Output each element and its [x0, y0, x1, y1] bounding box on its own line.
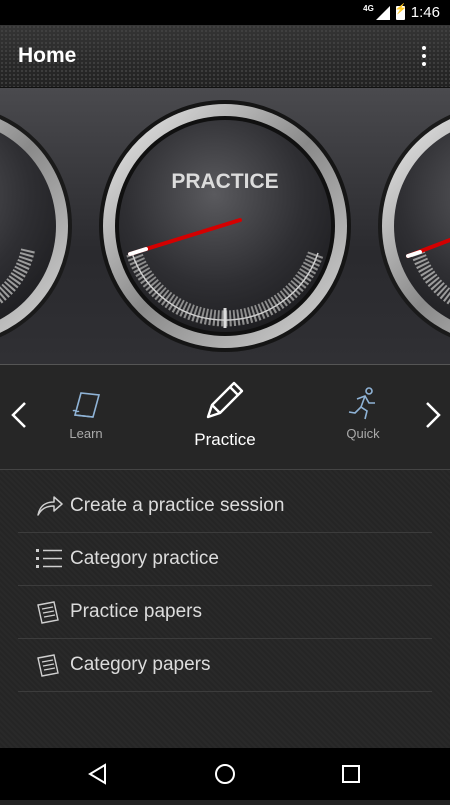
mode-learn-label: Learn	[69, 426, 103, 441]
action-bar: Home	[0, 25, 450, 88]
list-icon	[36, 549, 62, 568]
papers-icon	[37, 654, 59, 677]
running-person-icon	[348, 387, 375, 420]
gauge-right	[378, 114, 450, 338]
chevron-left-icon[interactable]	[5, 395, 35, 435]
signal-icon	[375, 5, 390, 20]
pencil-icon	[206, 381, 244, 419]
recents-icon[interactable]	[342, 765, 360, 783]
list-item-create-session[interactable]: Create a practice session	[18, 480, 432, 533]
status-bar: 4G 1:46	[0, 0, 450, 25]
mode-quick-label: Quick	[346, 426, 380, 441]
gauge-left	[0, 114, 72, 338]
network-type: 4G	[363, 4, 374, 13]
back-icon[interactable]	[88, 763, 106, 785]
mode-selector: Learn Practice Quick	[0, 365, 450, 470]
mode-quick[interactable]: Quick	[333, 385, 393, 441]
clock: 1:46	[410, 4, 440, 21]
papers-icon	[37, 601, 59, 624]
mode-practice[interactable]: Practice	[185, 375, 265, 450]
gauge-label: PRACTICE	[171, 170, 278, 193]
share-arrow-icon	[37, 496, 63, 516]
list-item-label: Category practice	[70, 548, 219, 569]
list-item-practice-papers[interactable]: Practice papers	[18, 586, 432, 639]
page-title: Home	[18, 44, 77, 67]
book-icon	[72, 392, 101, 418]
list-item-label: Create a practice session	[70, 495, 285, 516]
gauge-carousel[interactable]: PRACTICE	[0, 88, 450, 365]
mode-learn[interactable]: Learn	[56, 387, 116, 441]
mode-practice-label: Practice	[194, 430, 256, 449]
practice-menu: Create a practice session Category pract…	[0, 470, 450, 748]
home-icon[interactable]	[215, 764, 235, 784]
overflow-menu-icon[interactable]	[404, 36, 444, 76]
list-item-category-papers[interactable]: Category papers	[18, 639, 432, 692]
gauge-center: PRACTICE	[99, 100, 351, 352]
system-nav-bar	[0, 748, 450, 800]
list-item-label: Practice papers	[70, 601, 203, 622]
list-item-label: Category papers	[70, 654, 211, 675]
list-item-category-practice[interactable]: Category practice	[18, 533, 432, 586]
chevron-right-icon[interactable]	[417, 395, 447, 435]
battery-icon	[395, 4, 407, 20]
